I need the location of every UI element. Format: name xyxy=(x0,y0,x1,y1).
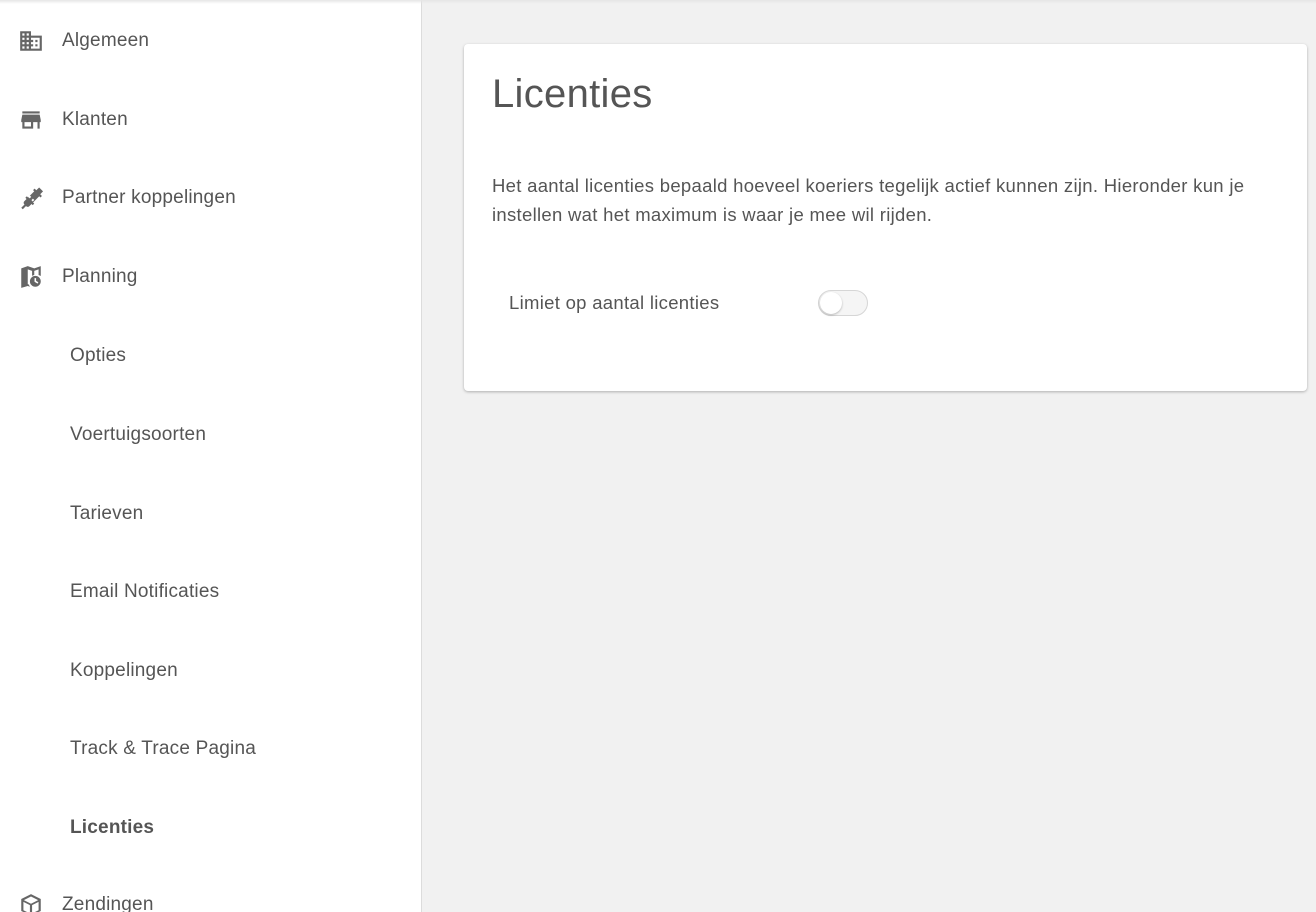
sidebar-item-tarieven[interactable]: Tarieven xyxy=(0,486,421,542)
sidebar-item-koppelingen[interactable]: Koppelingen xyxy=(0,643,421,699)
map-clock-icon xyxy=(18,264,44,290)
sidebar-item-label: Klanten xyxy=(62,109,128,130)
sidebar-item-track-trace[interactable]: Track & Trace Pagina xyxy=(0,721,421,777)
sidebar-item-label: Partner koppelingen xyxy=(62,187,236,208)
package-icon xyxy=(18,892,44,912)
sidebar-item-label: Track & Trace Pagina xyxy=(70,738,256,759)
licenses-card: Licenties Het aantal licenties bepaald h… xyxy=(464,44,1307,391)
sidebar-item-planning[interactable]: Planning xyxy=(0,249,421,305)
sidebar-item-label: Email Notificaties xyxy=(70,581,220,602)
sidebar-item-label: Zendingen xyxy=(62,894,154,912)
sidebar-item-label: Voertuigsoorten xyxy=(70,424,207,445)
sidebar-item-zendingen[interactable]: Zendingen xyxy=(0,877,421,912)
sidebar: Algemeen Klanten Partner koppelingen Pla… xyxy=(0,0,422,912)
sidebar-item-licenties[interactable]: Licenties xyxy=(0,800,421,856)
page-description: Het aantal licenties bepaald hoeveel koe… xyxy=(492,175,1245,225)
sidebar-item-label: Planning xyxy=(62,266,138,287)
page-title: Licenties xyxy=(492,72,653,116)
toggle-knob xyxy=(820,292,842,314)
license-limit-label: Limiet op aantal licenties xyxy=(509,292,720,313)
top-shadow xyxy=(0,0,1316,4)
sidebar-item-label: Opties xyxy=(70,345,127,366)
building-icon xyxy=(18,28,44,54)
plug-icon xyxy=(18,185,44,211)
license-limit-setting: Limiet op aantal licenties xyxy=(509,288,1009,320)
sidebar-item-algemeen[interactable]: Algemeen xyxy=(0,13,421,69)
sidebar-item-klanten[interactable]: Klanten xyxy=(0,92,421,148)
license-limit-toggle[interactable] xyxy=(818,290,868,316)
sidebar-item-opties[interactable]: Opties xyxy=(0,328,421,384)
store-icon xyxy=(18,107,44,133)
sidebar-item-partner-koppelingen[interactable]: Partner koppelingen xyxy=(0,170,421,226)
sidebar-item-voertuigsoorten[interactable]: Voertuigsoorten xyxy=(0,407,421,463)
sidebar-item-label: Tarieven xyxy=(70,503,144,524)
sidebar-item-label: Koppelingen xyxy=(70,660,178,681)
app-window: Algemeen Klanten Partner koppelingen Pla… xyxy=(0,0,1316,912)
sidebar-item-label: Licenties xyxy=(70,817,155,838)
sidebar-item-email-notificaties[interactable]: Email Notificaties xyxy=(0,564,421,620)
sidebar-item-label: Algemeen xyxy=(62,30,150,51)
